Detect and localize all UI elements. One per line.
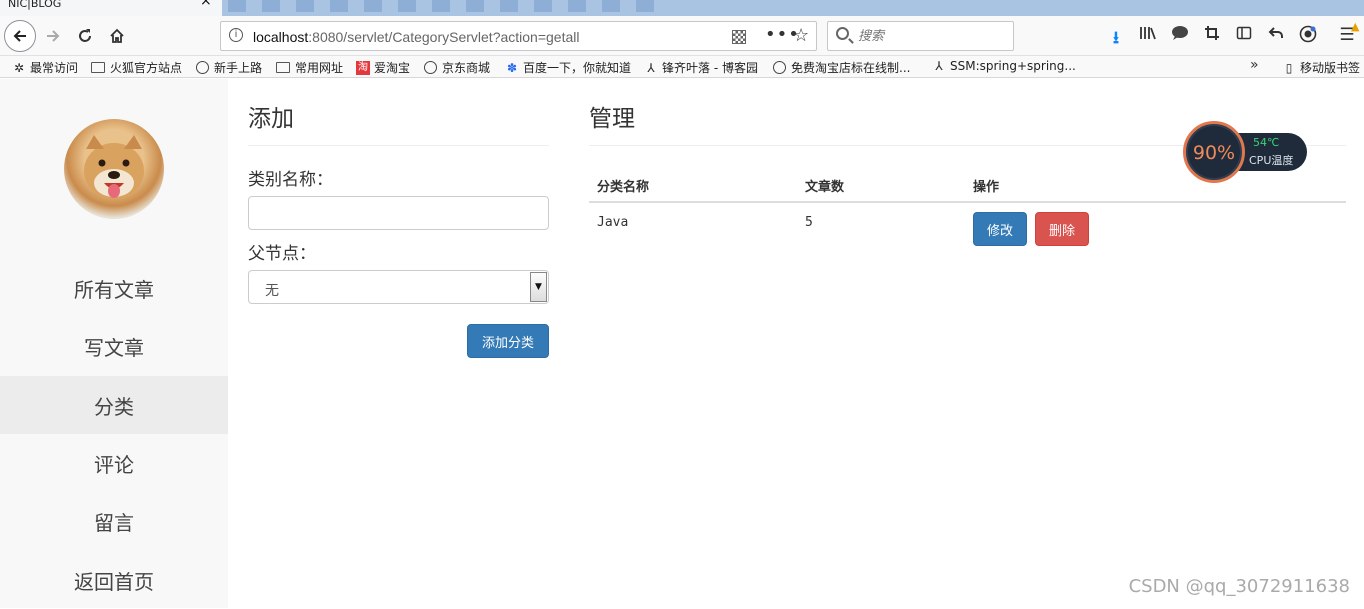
category-name-label: 类别名称： (248, 170, 333, 190)
sidebar-item-categories[interactable]: 分类 (0, 376, 228, 434)
folder-icon (276, 62, 290, 73)
tab-strip-background (228, 0, 668, 12)
bookmark-label: 免费淘宝店标在线制... (791, 61, 911, 75)
qr-code-icon[interactable] (732, 30, 746, 44)
edit-button[interactable]: 修改 (973, 212, 1027, 246)
sidebar-toggle-icon[interactable] (1233, 25, 1255, 46)
download-icon[interactable]: ⭳ (1105, 25, 1127, 54)
chat-icon[interactable] (1169, 25, 1191, 46)
column-header-name: 分类名称 (597, 180, 650, 195)
back-icon[interactable] (4, 20, 36, 52)
navigation-toolbar: i localhost:8080/servlet/CategoryServlet… (0, 16, 1364, 56)
bookmark-baidu[interactable]: ✽ 百度一下，你就知道 (505, 59, 631, 76)
add-panel-title: 添加 (248, 106, 294, 132)
admin-sidebar: 所有文章 写文章 分类 评论 留言 返回首页 (0, 79, 228, 608)
cpu-temperature-widget[interactable]: 54℃ CPU温度 90% (1183, 121, 1307, 183)
baidu-paw-icon: ✽ (506, 60, 518, 75)
avatar (64, 119, 164, 219)
sidebar-item-home[interactable]: 返回首页 (0, 551, 228, 609)
bookmarks-toolbar: ✲ 最常访问 火狐官方站点 新手上路 常用网址 淘爱淘宝 京东商城 ✽ 百度一下，你… (0, 56, 1364, 78)
cpu-temperature: 54℃ (1253, 136, 1280, 149)
parent-node-select[interactable]: 无 ▼ (248, 270, 549, 304)
bookmark-firefox-official[interactable]: 火狐官方站点 (91, 59, 182, 76)
column-header-count: 文章数 (805, 180, 845, 195)
mobile-icon: ▯ (1285, 60, 1293, 75)
parent-node-label: 父节点： (248, 244, 316, 264)
tab-title: NIC|BLOG (8, 0, 62, 10)
bookmark-taobao-logo-maker[interactable]: 免费淘宝店标在线制... (773, 59, 910, 76)
folder-icon (91, 62, 105, 73)
undo-icon[interactable] (1265, 25, 1287, 46)
bookmark-ai-taobao[interactable]: 淘爱淘宝 (356, 59, 410, 76)
sidebar-item-comments[interactable]: 评论 (0, 434, 228, 492)
address-bar[interactable]: i localhost:8080/servlet/CategoryServlet… (220, 21, 817, 51)
manage-panel-title: 管理 (589, 106, 635, 132)
url-text[interactable]: localhost:8080/servlet/CategoryServlet?a… (253, 29, 579, 45)
bookmark-label: 锋齐叶落 - 博客园 (662, 61, 758, 75)
bookmark-label: 最常访问 (30, 61, 79, 75)
url-path: :8080/servlet/CategoryServlet?action=get… (308, 29, 580, 45)
home-icon[interactable] (102, 21, 132, 51)
bookmark-jd[interactable]: 京东商城 (424, 59, 490, 76)
library-icon[interactable] (1137, 25, 1159, 46)
cpu-usage-ring: 90% (1183, 121, 1245, 183)
cpu-usage-percent: 90% (1192, 142, 1236, 164)
reload-icon[interactable] (70, 21, 100, 51)
bookmark-common-sites[interactable]: 常用网址 (276, 59, 343, 76)
globe-icon (196, 61, 209, 74)
bookmark-label: 常用网址 (295, 61, 344, 75)
delete-button[interactable]: 删除 (1035, 212, 1089, 246)
parent-node-value: 无 (265, 283, 279, 299)
bookmark-label: 新手上路 (214, 61, 263, 75)
bookmark-most-visited[interactable]: ✲ 最常访问 (12, 59, 78, 76)
bookmark-label: SSM:spring+spring... (950, 59, 1076, 73)
bookmark-label: 爱淘宝 (374, 61, 411, 75)
sidebar-item-messages[interactable]: 留言 (0, 492, 228, 550)
bookmark-cnblogs[interactable]: ⅄ 锋齐叶落 - 博客园 (644, 59, 758, 76)
globe-icon (424, 61, 437, 74)
search-bar[interactable] (827, 21, 1014, 51)
watermark: CSDN @qq_3072911638 (1128, 576, 1350, 597)
url-host: localhost (253, 29, 309, 45)
add-category-button[interactable]: 添加分类 (467, 324, 549, 358)
divider (248, 145, 549, 146)
sidebar-item-write-article[interactable]: 写文章 (0, 317, 228, 375)
bookmark-mobile[interactable]: ▯ 移动版书签 (1282, 59, 1360, 76)
browser-tab[interactable]: NIC|BLOG × (0, 0, 222, 16)
screenshot-icon[interactable] (1201, 25, 1223, 46)
cnblogs-icon: ⅄ (935, 59, 943, 73)
warning-icon: ▲ (1351, 20, 1360, 33)
bookmark-ssm[interactable]: ⅄ SSM:spring+spring... (932, 59, 1076, 73)
article-count-cell: 5 (805, 215, 813, 230)
column-header-actions: 操作 (973, 180, 1000, 195)
bookmark-label: 百度一下，你就知道 (523, 61, 632, 75)
bookmark-label: 京东商城 (442, 61, 491, 75)
info-icon[interactable]: i (229, 28, 243, 42)
chevron-more-icon[interactable]: » (1250, 57, 1259, 73)
table-row: Java 5 修改 删除 (589, 203, 1346, 253)
cnblogs-icon: ⅄ (647, 60, 655, 75)
page-content: 所有文章 写文章 分类 评论 留言 返回首页 添加 类别名称： 父节点： 无 ▼… (0, 79, 1364, 608)
globe-icon (773, 61, 786, 74)
category-name-cell: Java (597, 215, 629, 230)
extension-icon[interactable] (1297, 25, 1319, 48)
search-icon (836, 27, 849, 40)
sidebar-item-all-articles[interactable]: 所有文章 (0, 259, 228, 317)
gear-icon: ✲ (13, 60, 25, 75)
bookmark-label: 火狐官方站点 (110, 61, 183, 75)
forward-icon[interactable] (38, 21, 68, 51)
category-name-input[interactable] (248, 196, 549, 230)
cpu-label: CPU温度 (1249, 154, 1294, 167)
search-input[interactable] (858, 27, 1008, 45)
dropdown-arrow-icon[interactable]: ▼ (530, 272, 547, 302)
tab-strip: NIC|BLOG × (0, 0, 1364, 16)
close-icon[interactable]: × (200, 0, 212, 8)
bookmark-star-icon[interactable]: ☆ (793, 25, 809, 46)
bookmark-getting-started[interactable]: 新手上路 (196, 59, 262, 76)
taobao-icon: 淘 (356, 60, 370, 75)
bookmark-label: 移动版书签 (1300, 61, 1361, 75)
